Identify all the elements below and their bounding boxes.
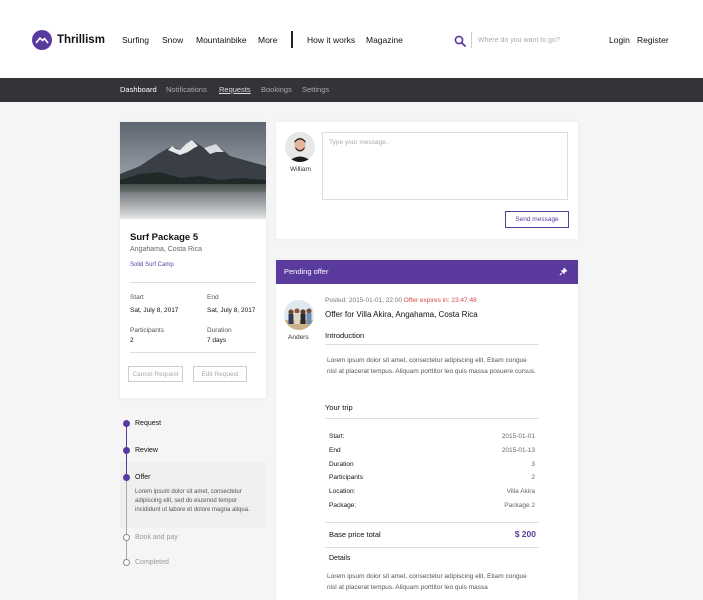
divider (130, 352, 256, 353)
trip-label: Participants (329, 474, 363, 481)
start-label: Start (130, 294, 144, 301)
nav-how-it-works[interactable]: How it works (307, 35, 355, 45)
offer-posted: Posted: 2015-01-01, 22:00 (325, 297, 402, 304)
package-photo (120, 122, 266, 219)
subnav-notifications[interactable]: Notifications (166, 85, 207, 94)
timeline-offer-description: Lorem ipsum dolor sit amet, consectetur … (135, 489, 250, 513)
trip-value: Villa Akira (506, 488, 535, 495)
timeline-step-completed: Completed (135, 559, 169, 566)
timeline-dot-review (123, 447, 130, 454)
your-trip-title: Your trip (325, 403, 353, 412)
participants-label: Participants (130, 327, 164, 334)
subnav-settings[interactable]: Settings (302, 85, 329, 94)
search-divider (471, 32, 472, 48)
message-input[interactable] (322, 132, 568, 200)
offer-expires-countdown: 23:47:48 (451, 297, 477, 304)
nav-surfing[interactable]: Surfing (122, 35, 149, 45)
edit-request-button[interactable]: Edit Request (193, 366, 247, 382)
register-link[interactable]: Register (637, 35, 669, 45)
participants-value: 2 (130, 337, 134, 344)
trip-label: Duration (329, 461, 354, 468)
trip-value: 2 (531, 474, 535, 481)
trip-value: 3 (531, 461, 535, 468)
trip-value: Package 2 (504, 502, 535, 509)
pin-icon[interactable] (559, 267, 568, 278)
timeline-step-review: Review (135, 447, 158, 454)
details-title: Details (329, 555, 351, 562)
timeline-dot-completed (123, 559, 130, 566)
login-link[interactable]: Login (609, 35, 630, 45)
mountain-logo-icon (32, 30, 52, 50)
avatar (284, 300, 314, 330)
timeline-step-book: Book and pay (135, 534, 178, 541)
search-icon[interactable] (454, 35, 466, 49)
trip-label: Start: (329, 433, 345, 440)
timeline-dot-offer (123, 474, 130, 481)
package-title: Surf Package 5 (130, 232, 199, 243)
timeline-step-request: Request (135, 420, 162, 427)
package-camp-link[interactable]: Solid Surf Camp (130, 262, 174, 268)
divider (325, 522, 539, 523)
introduction-text: Lorem ipsum dolor sit amet, consectetur … (327, 357, 536, 375)
package-card: Surf Package 5 Angahama, Costa Rica Soli… (120, 122, 266, 398)
trip-value: 2015-01-01 (501, 433, 535, 440)
trip-label: End (329, 447, 341, 454)
subnav-bookings[interactable]: Bookings (261, 85, 292, 94)
send-message-button[interactable]: Send message (505, 211, 569, 228)
nav-snow[interactable]: Snow (162, 35, 183, 45)
timeline-dot-request (123, 420, 130, 427)
end-label: End (207, 294, 219, 301)
offer-posted-line: Posted: 2015-01-01, 22:00 Offer expires … (325, 297, 477, 304)
base-price-value: $ 200 (514, 529, 536, 539)
trip-label: Package: (329, 502, 357, 509)
divider (130, 282, 256, 283)
message-card: William Send message (276, 122, 578, 239)
introduction-title: Introduction (325, 331, 365, 340)
brand-name: Thrillism (57, 34, 105, 46)
details-text: Lorem ipsum dolor sit amet, consectetur … (327, 573, 527, 591)
duration-label: Duration (207, 327, 232, 334)
timeline-line-pending (126, 478, 127, 563)
divider (325, 547, 539, 548)
subnav-requests[interactable]: Requests (219, 85, 251, 94)
nav-more[interactable]: More (258, 35, 277, 45)
subnav-dashboard[interactable]: Dashboard (120, 85, 157, 94)
offer-header: Pending offer (276, 260, 578, 284)
pending-offer-card: Pending offer Anders Posted: 2015-01-01,… (276, 260, 578, 600)
top-header: Thrillism Surfing Snow Mountainbike More… (0, 0, 703, 78)
offer-title: Offer for Villa Akira, Angahama, Costa R… (325, 310, 478, 319)
base-price-label: Base price total (329, 530, 381, 539)
divider (325, 418, 539, 419)
timeline-dot-book (123, 534, 130, 541)
brand-logo[interactable]: Thrillism (32, 30, 105, 50)
start-value: Sat, July 8, 2017 (130, 307, 179, 314)
duration-value: 7 days (207, 337, 227, 344)
end-value: Sat, July 8, 2017 (207, 307, 256, 314)
timeline-step-offer: Offer (135, 474, 151, 481)
package-location: Angahama, Costa Rica (130, 246, 202, 253)
avatar (285, 132, 315, 162)
message-user-name: William (290, 166, 311, 173)
cancel-request-button[interactable]: Cancel Request (128, 366, 183, 382)
trip-value: 2015-01-13 (501, 447, 535, 454)
trip-label: Location: (329, 488, 356, 495)
offer-header-title: Pending offer (284, 267, 329, 276)
nav-divider (291, 31, 293, 48)
search-input[interactable] (478, 33, 588, 47)
divider (325, 344, 539, 345)
dashboard-subnav: Dashboard Notifications Requests Booking… (0, 78, 703, 102)
nav-magazine[interactable]: Magazine (366, 35, 403, 45)
offer-expires-label: Offer expires in: (403, 297, 450, 304)
offer-sender-name: Anders (288, 334, 309, 341)
nav-mountainbike[interactable]: Mountainbike (196, 35, 247, 45)
